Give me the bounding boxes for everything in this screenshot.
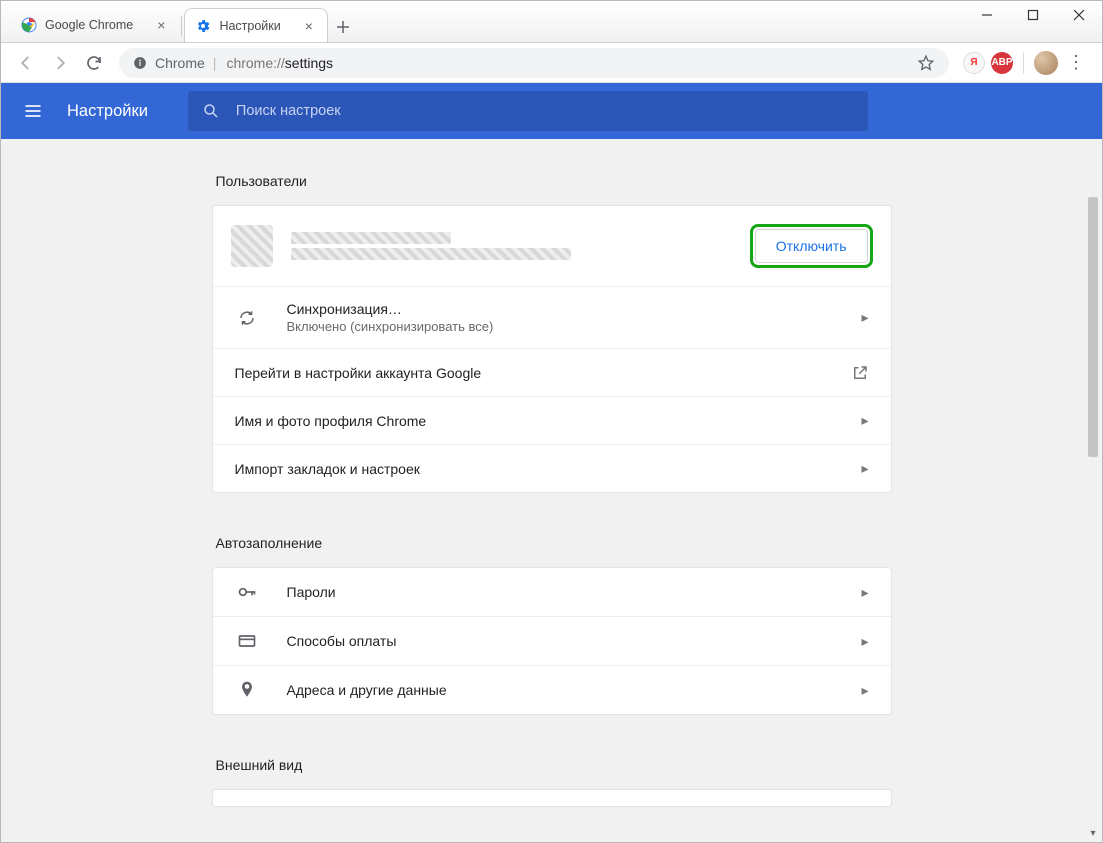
section-title-autofill: Автозаполнение [216,535,892,551]
content-column: Пользователи Отключить [212,173,892,842]
menu-button[interactable]: ⋮ [1064,52,1088,73]
user-avatar [231,225,273,267]
chevron-right-icon: ▸ [861,633,868,650]
chevron-right-icon: ▸ [861,460,868,477]
section-title-users: Пользователи [216,173,892,189]
toolbar: Chrome | chrome://settings Я ABP ⋮ [1,43,1102,83]
row-label: Адреса и другие данные [287,682,862,698]
autofill-card: Пароли ▸ Способы оплаты ▸ [212,567,892,715]
tab-label: Google Chrome [45,18,133,32]
sync-icon [235,309,259,327]
section-title-appearance: Внешний вид [216,757,892,773]
close-button[interactable] [1056,1,1102,29]
settings-search[interactable] [188,91,868,131]
site-info-label: Chrome [155,55,205,71]
site-info-icon[interactable]: Chrome | [133,55,216,71]
minimize-button[interactable] [964,1,1010,29]
credit-card-icon [235,631,259,651]
highlight-annotation: Отключить [750,224,873,268]
row-google-account-settings[interactable]: Перейти в настройки аккаунта Google [213,348,891,396]
open-external-icon [851,364,869,382]
chevron-right-icon: ▸ [861,682,868,699]
location-pin-icon [235,680,259,700]
maximize-button[interactable] [1010,1,1056,29]
extension-abp-icon[interactable]: ABP [991,52,1013,74]
row-addresses[interactable]: Адреса и другие данные ▸ [213,665,891,714]
row-label: Способы оплаты [287,633,862,649]
tab-google-chrome[interactable]: Google Chrome × [11,8,179,42]
close-icon[interactable]: × [157,17,165,33]
row-import-bookmarks[interactable]: Импорт закладок и настроек ▸ [213,444,891,492]
extension-yandex-icon[interactable]: Я [963,52,985,74]
url-path: settings [285,55,333,71]
tab-separator [181,16,182,36]
url-protocol: chrome:// [226,55,284,71]
chevron-right-icon: ▸ [861,584,868,601]
search-input[interactable] [234,102,854,120]
chrome-icon [21,17,37,33]
row-label: Перейти в настройки аккаунта Google [235,365,851,381]
page-title: Настройки [67,102,148,121]
reload-button[interactable] [77,46,111,80]
row-name-photo[interactable]: Имя и фото профиля Chrome ▸ [213,396,891,444]
address-bar[interactable]: Chrome | chrome://settings [119,48,949,78]
row-passwords[interactable]: Пароли ▸ [213,568,891,616]
disconnect-button[interactable]: Отключить [755,229,868,263]
search-icon [202,102,220,120]
settings-body: Пользователи Отключить [1,139,1102,842]
tab-settings[interactable]: Настройки × [184,8,327,42]
tab-strip: Google Chrome × Настройки × [1,1,358,42]
close-icon[interactable]: × [305,18,313,34]
scroll-down-arrow[interactable]: ▾ [1086,826,1100,840]
forward-button[interactable] [43,46,77,80]
settings-header: Настройки [1,83,1102,139]
bookmark-star-icon[interactable] [917,54,935,72]
tab-label: Настройки [219,19,280,33]
user-info-redacted [291,228,571,264]
scrollbar[interactable]: ▾ [1086,195,1100,840]
profile-avatar[interactable] [1034,51,1058,75]
appearance-card [212,789,892,807]
settings-page: Настройки Пользователи [1,83,1102,842]
profile-row: Отключить [213,206,891,286]
toolbar-right: Я ABP ⋮ [957,51,1094,75]
row-label: Имя и фото профиля Chrome [235,413,862,429]
title-bar: Google Chrome × Настройки × [1,1,1102,43]
chevron-right-icon: ▸ [861,309,868,326]
window-controls [964,1,1102,29]
browser-window: Google Chrome × Настройки × [0,0,1103,843]
scrollbar-thumb[interactable] [1088,197,1098,457]
menu-icon[interactable] [21,99,45,123]
sync-subtitle: Включено (синхронизировать все) [287,319,862,334]
sync-title: Синхронизация… [287,301,862,317]
separator [1023,52,1024,74]
row-sync[interactable]: Синхронизация… Включено (синхронизироват… [213,286,891,348]
row-label: Импорт закладок и настроек [235,461,862,477]
row-payments[interactable]: Способы оплаты ▸ [213,616,891,665]
users-card: Отключить Синхронизация… Включено (синхр… [212,205,892,493]
back-button[interactable] [9,46,43,80]
new-tab-button[interactable] [328,12,358,42]
key-icon [235,582,259,602]
chevron-right-icon: ▸ [861,412,868,429]
row-label: Пароли [287,584,862,600]
gear-icon [195,18,211,34]
